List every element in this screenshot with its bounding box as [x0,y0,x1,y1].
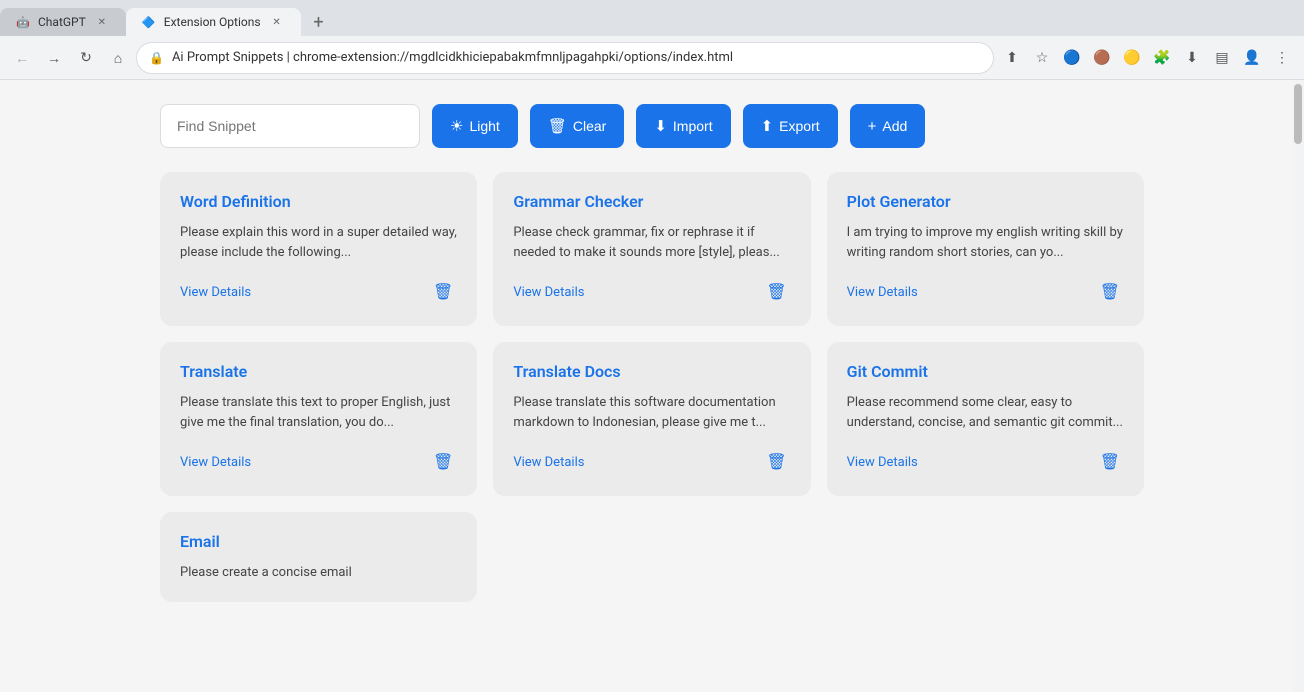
card-description-translate-docs: Please translate this software documenta… [513,393,790,432]
extensions-icon[interactable]: 🧩 [1148,44,1176,72]
scrollbar-thumb[interactable] [1294,84,1302,144]
delete-button-grammar-checker[interactable]: 🗑 [762,278,790,306]
card-translate: Translate Please translate this text to … [160,342,477,496]
tab-chatgpt-label: ChatGPT [38,15,86,29]
card-word-definition: Word Definition Please explain this word… [160,172,477,326]
import-button-label: Import [673,118,713,134]
card-title-word-definition[interactable]: Word Definition [180,192,457,211]
page-content: ☀ Light 🗑 Clear ⬇ Import ⬆ Export + Add … [0,80,1304,692]
tab-chatgpt[interactable]: 🤖 ChatGPT ✕ [0,8,126,36]
export-button[interactable]: ⬆ Export [743,104,838,148]
scrollbar-track[interactable] [1292,80,1304,692]
card-translate-docs: Translate Docs Please translate this sof… [493,342,810,496]
sidebar-icon[interactable]: ▤ [1208,44,1236,72]
browser-nav-icons: ⬆ ☆ 🔵 🟤 🟡 🧩 ⬇ ▤ 👤 ⋮ [998,44,1296,72]
add-button-label: Add [882,118,907,134]
new-tab-button[interactable]: + [305,8,333,36]
tab-extension-close[interactable]: ✕ [269,14,285,30]
light-icon: ☀ [450,117,463,135]
extension-icon-1[interactable]: 🔵 [1058,44,1086,72]
share-icon[interactable]: ⬆ [998,44,1026,72]
card-footer-word-definition: View Details 🗑 [180,278,457,306]
card-git-commit: Git Commit Please recommend some clear, … [827,342,1144,496]
export-icon: ⬆ [761,117,774,135]
view-details-git-commit[interactable]: View Details [847,455,918,470]
delete-button-translate[interactable]: 🗑 [429,448,457,476]
profile-icon[interactable]: 👤 [1238,44,1266,72]
delete-button-git-commit[interactable]: 🗑 [1096,448,1124,476]
delete-button-plot-generator[interactable]: 🗑 [1096,278,1124,306]
import-icon: ⬇ [654,117,667,135]
card-title-git-commit[interactable]: Git Commit [847,362,1124,381]
card-title-translate-docs[interactable]: Translate Docs [513,362,790,381]
card-email: Email Please create a concise email [160,512,477,602]
card-description-plot-generator: I am trying to improve my english writin… [847,223,1124,262]
export-button-label: Export [779,118,819,134]
toolbar: ☀ Light 🗑 Clear ⬇ Import ⬆ Export + Add [160,104,1144,148]
chatgpt-favicon: 🤖 [16,15,30,29]
address-text: Ai Prompt Snippets | chrome-extension://… [172,50,981,65]
card-plot-generator: Plot Generator I am trying to improve my… [827,172,1144,326]
light-button[interactable]: ☀ Light [432,104,518,148]
delete-button-word-definition[interactable]: 🗑 [429,278,457,306]
card-title-email[interactable]: Email [180,532,457,551]
add-button[interactable]: + Add [850,104,926,148]
cards-grid: Word Definition Please explain this word… [160,172,1144,602]
card-description-git-commit: Please recommend some clear, easy to und… [847,393,1124,432]
tab-extension-options[interactable]: 🔷 Extension Options ✕ [126,8,301,36]
delete-button-translate-docs[interactable]: 🗑 [762,448,790,476]
forward-button[interactable]: → [40,44,68,72]
home-button[interactable]: ⌂ [104,44,132,72]
extension-icon-3[interactable]: 🟡 [1118,44,1146,72]
card-footer-translate: View Details 🗑 [180,448,457,476]
card-description-grammar-checker: Please check grammar, fix or rephrase it… [513,223,790,262]
card-footer-plot-generator: View Details 🗑 [847,278,1124,306]
card-grammar-checker: Grammar Checker Please check grammar, fi… [493,172,810,326]
card-description-email: Please create a concise email [180,563,457,583]
tab-bar: 🤖 ChatGPT ✕ 🔷 Extension Options ✕ + [0,0,1304,36]
trash-icon: 🗑 [548,117,567,135]
nav-bar: ← → ↻ ⌂ 🔒 Ai Prompt Snippets | chrome-ex… [0,36,1304,80]
view-details-translate[interactable]: View Details [180,455,251,470]
card-title-plot-generator[interactable]: Plot Generator [847,192,1124,211]
bookmark-icon[interactable]: ☆ [1028,44,1056,72]
tab-extension-label: Extension Options [164,15,261,29]
view-details-plot-generator[interactable]: View Details [847,285,918,300]
card-description-word-definition: Please explain this word in a super deta… [180,223,457,262]
back-button[interactable]: ← [8,44,36,72]
clear-button[interactable]: 🗑 Clear [530,104,625,148]
download-icon[interactable]: ⬇ [1178,44,1206,72]
card-footer-grammar-checker: View Details 🗑 [513,278,790,306]
reload-button[interactable]: ↻ [72,44,100,72]
view-details-word-definition[interactable]: View Details [180,285,251,300]
import-button[interactable]: ⬇ Import [636,104,730,148]
more-icon[interactable]: ⋮ [1268,44,1296,72]
tab-chatgpt-close[interactable]: ✕ [94,14,110,30]
card-footer-git-commit: View Details 🗑 [847,448,1124,476]
lock-icon: 🔒 [149,51,164,65]
view-details-grammar-checker[interactable]: View Details [513,285,584,300]
address-bar[interactable]: 🔒 Ai Prompt Snippets | chrome-extension:… [136,42,994,74]
clear-button-label: Clear [573,118,606,134]
add-icon: + [868,118,877,135]
browser-chrome: 🤖 ChatGPT ✕ 🔷 Extension Options ✕ + ← → … [0,0,1304,80]
card-footer-translate-docs: View Details 🗑 [513,448,790,476]
light-button-label: Light [469,118,499,134]
extension-icon-2[interactable]: 🟤 [1088,44,1116,72]
card-description-translate: Please translate this text to proper Eng… [180,393,457,432]
extension-favicon: 🔷 [142,15,156,29]
search-input[interactable] [160,104,420,148]
card-title-translate[interactable]: Translate [180,362,457,381]
card-title-grammar-checker[interactable]: Grammar Checker [513,192,790,211]
view-details-translate-docs[interactable]: View Details [513,455,584,470]
